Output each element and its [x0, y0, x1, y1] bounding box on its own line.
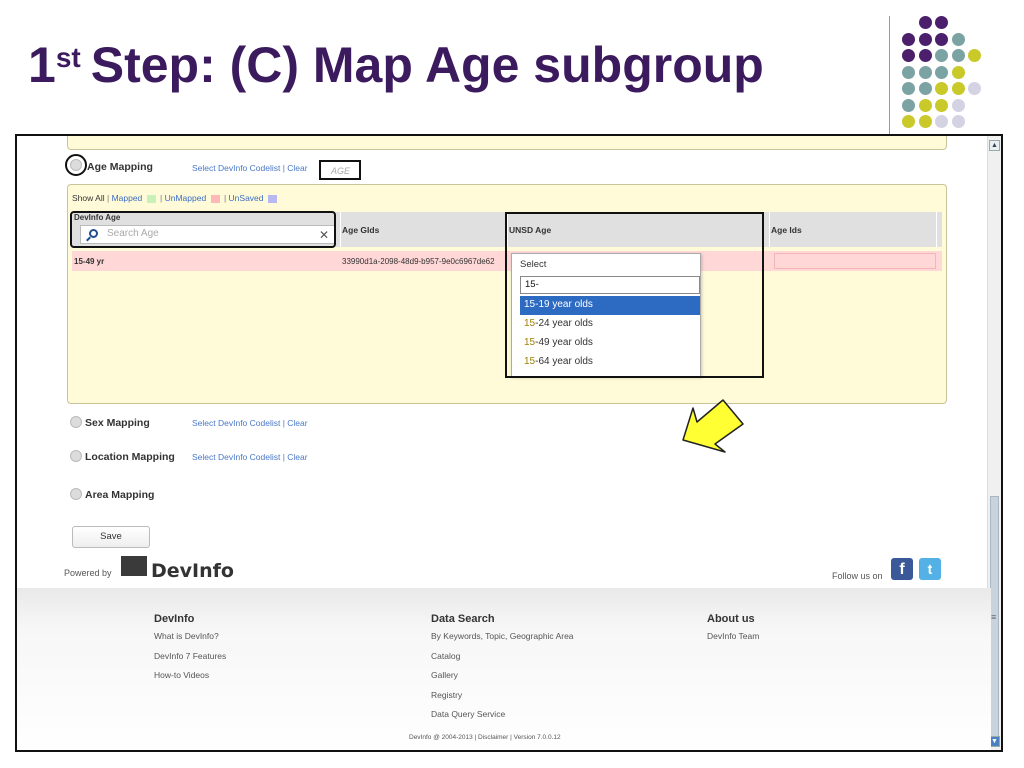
age-codelist-field[interactable]: AGE — [319, 160, 361, 180]
twitter-icon[interactable]: t — [919, 558, 941, 580]
decor-dot — [935, 32, 948, 46]
decor-dot — [951, 49, 965, 62]
unmapped-swatch — [210, 194, 220, 203]
decor-dot — [951, 98, 965, 112]
decor-dot — [918, 115, 932, 128]
unmapped-filter-link[interactable]: UnMapped — [165, 193, 207, 203]
previous-panel-bottom — [67, 136, 947, 150]
footer-link[interactable]: Catalog — [431, 651, 574, 671]
sex-mapping-label: Sex Mapping — [85, 417, 150, 429]
decor-dot — [935, 65, 948, 79]
footer-heading: About us — [707, 613, 755, 625]
title-divider — [889, 16, 890, 134]
decor-dot — [951, 65, 965, 79]
pointer-arrow-icon — [682, 399, 744, 453]
footer-link[interactable]: DevInfo Team — [707, 631, 759, 651]
decor-dot — [918, 82, 932, 95]
devinfo-logo[interactable]: DevInfo — [151, 560, 234, 582]
decor-dot — [918, 16, 932, 29]
decor-dot — [935, 115, 948, 128]
slide-title: 1st Step: (C) Map Age subgroup — [28, 40, 764, 90]
location-mapping-radio[interactable] — [70, 450, 82, 462]
footer-col-devinfo: DevInfo What is DevInfo? DevInfo 7 Featu… — [154, 613, 226, 690]
mapped-filter-link[interactable]: Mapped — [112, 193, 143, 203]
col-age-gids: Age GIds — [342, 225, 380, 235]
decor-dot — [951, 82, 965, 95]
location-mapping-links[interactable]: Select DevInfo Codelist | Clear — [192, 452, 308, 462]
unsaved-swatch — [267, 194, 277, 203]
decor-dot — [918, 32, 932, 46]
age-mapping-panel: Show All | Mapped | UnMapped | UnSaved D… — [67, 184, 947, 404]
col-age-ids: Age Ids — [771, 225, 802, 235]
decor-dot — [902, 49, 915, 62]
area-mapping-radio[interactable] — [70, 488, 82, 500]
footer-link[interactable]: DevInfo 7 Features — [154, 651, 226, 671]
row-age-gid: 33990d1a-2098-48d9-b957-9e0c6967de62 — [342, 257, 495, 266]
devinfo-logo-icon — [121, 556, 147, 576]
decor-dot — [951, 32, 965, 46]
save-button[interactable]: Save — [72, 526, 150, 548]
footer-col-data-search: Data Search By Keywords, Topic, Geograph… — [431, 613, 574, 729]
decor-dot — [902, 82, 915, 95]
highlight-unsd-age — [505, 212, 764, 378]
copyright-text: DevInfo @ 2004-2013 | Disclaimer | Versi… — [409, 734, 561, 741]
footer-heading: Data Search — [431, 613, 495, 625]
footer-heading: DevInfo — [154, 613, 195, 625]
scroll-up-icon[interactable]: ▲ — [989, 140, 1000, 151]
title-prefix: 1 — [28, 37, 56, 93]
row-devinfo-age: 15-49 yr — [74, 257, 105, 266]
area-mapping-label: Area Mapping — [85, 489, 155, 501]
decor-dot — [918, 98, 932, 112]
sex-mapping-links[interactable]: Select DevInfo Codelist | Clear — [192, 418, 308, 428]
sex-mapping-radio[interactable] — [70, 416, 82, 428]
scroll-grip-icon: ≡ — [991, 612, 997, 622]
location-mapping-label: Location Mapping — [85, 451, 175, 463]
decor-dot — [951, 115, 965, 128]
footer-link[interactable]: What is DevInfo? — [154, 631, 226, 651]
footer-link[interactable]: Gallery — [431, 670, 574, 690]
show-all-link[interactable]: Show All — [72, 193, 105, 203]
footer-link[interactable]: Registry — [431, 690, 574, 710]
site-footer: DevInfo What is DevInfo? DevInfo 7 Featu… — [17, 588, 991, 750]
footer-link[interactable]: Data Query Service — [431, 709, 574, 729]
decor-dot — [935, 82, 948, 95]
decor-dot — [902, 98, 915, 112]
highlight-circle — [65, 154, 87, 176]
decor-dot — [918, 65, 932, 79]
unsaved-filter-link[interactable]: UnSaved — [229, 193, 264, 203]
decor-dot — [935, 16, 948, 29]
filter-bar: Show All | Mapped | UnMapped | UnSaved — [72, 193, 279, 203]
decor-dot — [918, 49, 932, 62]
decor-dot — [935, 98, 948, 112]
follow-us-label: Follow us on — [832, 571, 883, 581]
age-mapping-label: Age Mapping — [87, 161, 153, 173]
decor-dot — [935, 49, 948, 62]
footer-col-about: About us DevInfo Team — [707, 613, 759, 651]
title-main: Step: (C) Map Age subgroup — [90, 37, 764, 93]
mapped-swatch — [146, 194, 156, 203]
app-screenshot: ▲ ≡ ▼ Age Mapping Select DevInfo Codelis… — [15, 134, 1003, 752]
decor-dot — [902, 115, 915, 128]
title-superscript: st — [55, 42, 81, 73]
row-age-id-cell[interactable] — [774, 253, 936, 269]
footer-link[interactable]: By Keywords, Topic, Geographic Area — [431, 631, 574, 651]
decor-dot — [902, 32, 915, 46]
decor-dot — [968, 82, 981, 95]
footer-link[interactable]: How-to Videos — [154, 670, 226, 690]
facebook-icon[interactable]: f — [891, 558, 913, 580]
age-mapping-links[interactable]: Select DevInfo Codelist | Clear — [192, 163, 308, 173]
decor-dot — [902, 65, 915, 79]
powered-by-label: Powered by — [64, 568, 112, 578]
decor-dot — [968, 49, 981, 62]
highlight-search-box — [70, 211, 336, 248]
